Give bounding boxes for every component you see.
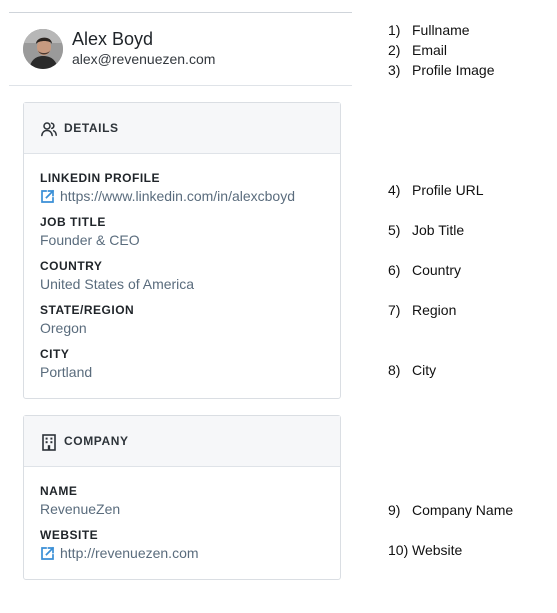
state-region-value: Oregon bbox=[40, 320, 87, 336]
legend-item: 7) Region bbox=[388, 302, 456, 318]
field-label: LINKEDIN PROFILE bbox=[40, 171, 161, 185]
job-title-value: Founder & CEO bbox=[40, 232, 140, 248]
legend-text: Region bbox=[412, 302, 457, 318]
legend-number: 2) bbox=[388, 42, 401, 58]
legend-number: 9) bbox=[388, 502, 401, 518]
field-label: JOB TITLE bbox=[40, 215, 106, 229]
field-city: CITY Portland bbox=[40, 347, 330, 381]
external-link-icon bbox=[41, 189, 55, 203]
legend-number: 3) bbox=[388, 62, 401, 78]
field-state-region: STATE/REGION Oregon bbox=[40, 303, 330, 337]
legend-text: Company Name bbox=[412, 502, 514, 518]
legend-text: Fullname bbox=[412, 22, 470, 38]
legend-item: 5) Job Title bbox=[388, 222, 464, 238]
legend-text: Email bbox=[412, 42, 448, 58]
company-name-value: RevenueZen bbox=[40, 501, 121, 517]
legend-text: Job Title bbox=[412, 222, 465, 238]
company-card-header: COMPANY bbox=[24, 416, 340, 467]
header-divider bbox=[9, 85, 352, 86]
legend-text: Profile Image bbox=[412, 62, 495, 78]
field-label: WEBSITE bbox=[40, 528, 99, 542]
details-card-header: DETAILS bbox=[24, 103, 340, 154]
legend-number: 5) bbox=[388, 222, 401, 238]
field-label: CITY bbox=[40, 347, 70, 361]
field-website: WEBSITE http://revenuezen.com bbox=[40, 528, 330, 562]
details-card: DETAILS LINKEDIN PROFILE https://www.lin… bbox=[23, 102, 341, 399]
legend-text: City bbox=[412, 362, 437, 378]
field-job-title: JOB TITLE Founder & CEO bbox=[40, 215, 330, 249]
field-company-name: NAME RevenueZen bbox=[40, 484, 330, 518]
legend-item: 8) City bbox=[388, 362, 436, 378]
field-country: COUNTRY United States of America bbox=[40, 259, 330, 293]
legend-number: 10) bbox=[388, 542, 409, 558]
legend-item: 4) Profile URL bbox=[388, 182, 484, 198]
profile-full-name: Alex Boyd bbox=[72, 29, 154, 49]
field-label: STATE/REGION bbox=[40, 303, 135, 317]
legend-text: Country bbox=[412, 262, 462, 278]
legend-number: 8) bbox=[388, 362, 401, 378]
city-value: Portland bbox=[40, 364, 93, 380]
legend-text: Website bbox=[412, 542, 463, 558]
legend-item: 6) Country bbox=[388, 262, 461, 278]
website-url[interactable]: http://revenuezen.com bbox=[60, 545, 199, 562]
legend-item: 9) Company Name bbox=[388, 502, 513, 518]
legend-number: 1) bbox=[388, 22, 401, 38]
external-link-icon bbox=[41, 546, 55, 560]
legend-item: 3) Profile Image bbox=[388, 62, 494, 78]
field-linkedin-profile: LINKEDIN PROFILE https://www.linkedin.co… bbox=[40, 171, 330, 205]
legend-item: 1) Fullname bbox=[388, 22, 470, 38]
profile-avatar[interactable] bbox=[23, 29, 63, 69]
building-icon bbox=[42, 434, 56, 451]
linkedin-profile-url[interactable]: https://www.linkedin.com/in/alexcboyd bbox=[60, 188, 295, 205]
field-label: COUNTRY bbox=[40, 259, 103, 273]
profile-email: alex@revenuezen.com bbox=[72, 51, 216, 67]
company-card-title: COMPANY bbox=[64, 434, 129, 448]
legend-item: 10) Website bbox=[388, 542, 462, 558]
company-card: COMPANY NAME RevenueZen WEBSITE http://r… bbox=[23, 415, 341, 580]
legend-number: 7) bbox=[388, 302, 401, 318]
field-label: NAME bbox=[40, 484, 78, 498]
country-value: United States of America bbox=[40, 276, 195, 292]
top-divider bbox=[9, 12, 352, 13]
legend-text: Profile URL bbox=[412, 182, 484, 198]
legend-number: 6) bbox=[388, 262, 401, 278]
person-group-icon bbox=[41, 122, 57, 137]
legend-item: 2) Email bbox=[388, 42, 447, 58]
linkedin-profile-link[interactable]: https://www.linkedin.com/in/alexcboyd bbox=[40, 188, 330, 205]
website-link[interactable]: http://revenuezen.com bbox=[40, 545, 330, 562]
profile-header: Alex Boyd alex@revenuezen.com bbox=[23, 28, 353, 72]
details-card-title: DETAILS bbox=[64, 121, 119, 135]
legend-number: 4) bbox=[388, 182, 401, 198]
